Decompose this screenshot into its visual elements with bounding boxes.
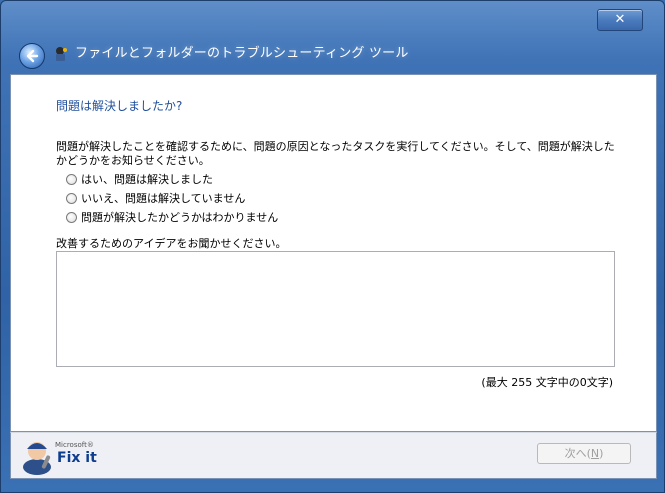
footer-bar: Microsoft® Fix it 次へ(N) [10, 432, 657, 479]
ideas-label: 改善するためのアイデアをお聞かせください。 [56, 237, 287, 250]
instruction-text: 問題が解決したことを確認するために、問題の原因となったタスクを実行してください。… [56, 140, 615, 167]
close-button[interactable]: ✕ [597, 9, 643, 31]
option-label: いいえ、問題は解決していません [81, 192, 246, 205]
content-panel: 問題は解決しましたか? 問題が解決したことを確認するために、問題の原因となったタ… [10, 74, 657, 432]
next-button[interactable]: 次へ(N) [537, 443, 631, 464]
radio-button[interactable] [66, 212, 77, 223]
option-no[interactable]: いいえ、問題は解決していません [66, 192, 245, 206]
option-yes[interactable]: はい、問題は解決しました [66, 173, 213, 187]
back-arrow-icon [26, 49, 39, 63]
main-window: ✕ ファイルとフォルダーのトラブルシューティング ツール 問題は解決しましたか?… [0, 0, 665, 493]
ideas-textarea[interactable] [56, 251, 615, 367]
back-button[interactable] [19, 43, 45, 69]
toolbox-icon [56, 47, 67, 61]
option-label: 問題が解決したかどうかはわかりません [81, 211, 279, 224]
logo-microsoft-text: Microsoft® [55, 441, 94, 449]
next-button-accelerator: N [590, 447, 600, 460]
next-button-label: 次へ( [564, 447, 591, 460]
character-counter: (最大 255 文字中の0文字) [481, 376, 613, 389]
next-button-suffix: ) [599, 447, 604, 460]
option-label: はい、問題は解決しました [81, 173, 213, 186]
window-title: ファイルとフォルダーのトラブルシューティング ツール [75, 46, 409, 61]
radio-button[interactable] [66, 193, 77, 204]
page-heading: 問題は解決しましたか? [56, 99, 183, 113]
option-unknown[interactable]: 問題が解決したかどうかはわかりません [66, 211, 278, 225]
radio-button[interactable] [66, 174, 77, 185]
logo-fixit-text: Fix it [57, 450, 97, 466]
fixit-mascot-icon [23, 442, 51, 475]
